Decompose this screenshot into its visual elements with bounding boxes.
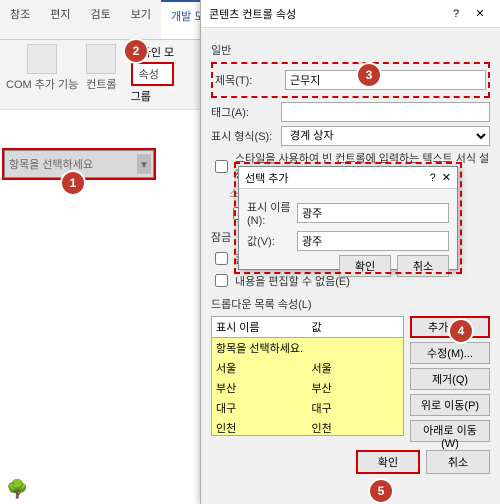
add-dialog-title: 선택 추가: [245, 170, 289, 186]
controls-label: 컨트롤: [86, 76, 116, 92]
tag-input[interactable]: [281, 102, 490, 122]
col-value: 값: [308, 317, 404, 337]
controls-icon[interactable]: [86, 44, 116, 74]
list-item: 부산부산: [212, 378, 403, 398]
com-addins-label: COM 추가 기능: [6, 76, 78, 92]
help-icon[interactable]: ?: [444, 8, 468, 20]
tag-label: 태그(A):: [211, 104, 275, 120]
no-edit-checkbox[interactable]: [215, 274, 228, 287]
properties-button[interactable]: 속성: [131, 62, 175, 86]
col-display-name: 표시 이름: [212, 317, 308, 337]
tab-mailings[interactable]: 편지: [40, 0, 80, 39]
cancel-button[interactable]: 취소: [426, 450, 490, 474]
use-style-checkbox[interactable]: [215, 160, 228, 173]
show-as-select[interactable]: 경계 상자: [281, 126, 490, 146]
tab-view[interactable]: 보기: [121, 0, 161, 39]
ok-button[interactable]: 확인: [356, 450, 420, 474]
chevron-down-icon[interactable]: ▾: [137, 154, 151, 174]
list-item: 대구대구: [212, 398, 403, 418]
annotation-badge: 3: [358, 64, 380, 86]
value-input[interactable]: [297, 231, 449, 251]
add-choice-dialog: 선택 추가 ? ✕ 표시 이름(N): 값(V): 확인 취소: [238, 166, 458, 270]
tab-review[interactable]: 검토: [81, 0, 121, 39]
display-name-input[interactable]: [297, 203, 449, 223]
close-icon[interactable]: ✕: [468, 7, 492, 20]
annotation-badge: 2: [125, 40, 147, 62]
annotation-badge: 5: [370, 480, 392, 502]
add-cancel-button[interactable]: 취소: [397, 255, 449, 277]
list-item: 인천인천: [212, 418, 403, 436]
general-section-label: 일반: [211, 42, 490, 58]
close-icon[interactable]: ✕: [442, 171, 451, 184]
watermark-icon: 🌳: [6, 479, 28, 500]
remove-button[interactable]: 제거(Q): [410, 368, 490, 390]
dropdown-placeholder: 항목을 선택하세요: [9, 156, 93, 172]
tab-references[interactable]: 참조: [0, 0, 40, 39]
dropdown-list-table[interactable]: 표시 이름 값 항목을 선택하세요. 서울서울 부산부산 대구대구 인천인천 경…: [211, 316, 404, 436]
title-input[interactable]: [285, 70, 486, 90]
annotation-badge: 4: [450, 320, 472, 342]
group-button[interactable]: 그룹: [131, 88, 175, 104]
value-label: 값(V):: [247, 233, 291, 249]
modify-button[interactable]: 수정(M)...: [410, 342, 490, 364]
dialog-title: 콘텐츠 컨트롤 속성: [209, 6, 296, 22]
list-item: 항목을 선택하세요.: [212, 338, 403, 358]
com-addins-icon[interactable]: [27, 44, 57, 74]
no-delete-checkbox[interactable]: [215, 252, 228, 265]
move-up-button[interactable]: 위로 이동(P): [410, 394, 490, 416]
help-icon[interactable]: ?: [430, 172, 436, 184]
annotation-badge: 1: [62, 172, 84, 194]
show-as-label: 표시 형식(S):: [211, 128, 275, 144]
move-down-button[interactable]: 아래로 이동(W): [410, 420, 490, 442]
display-name-label: 표시 이름(N):: [247, 199, 291, 227]
add-ok-button[interactable]: 확인: [339, 255, 391, 277]
list-section-label: 드롭다운 목록 속성(L): [211, 296, 490, 312]
title-label: 제목(T):: [215, 72, 279, 88]
list-item: 서울서울: [212, 358, 403, 378]
